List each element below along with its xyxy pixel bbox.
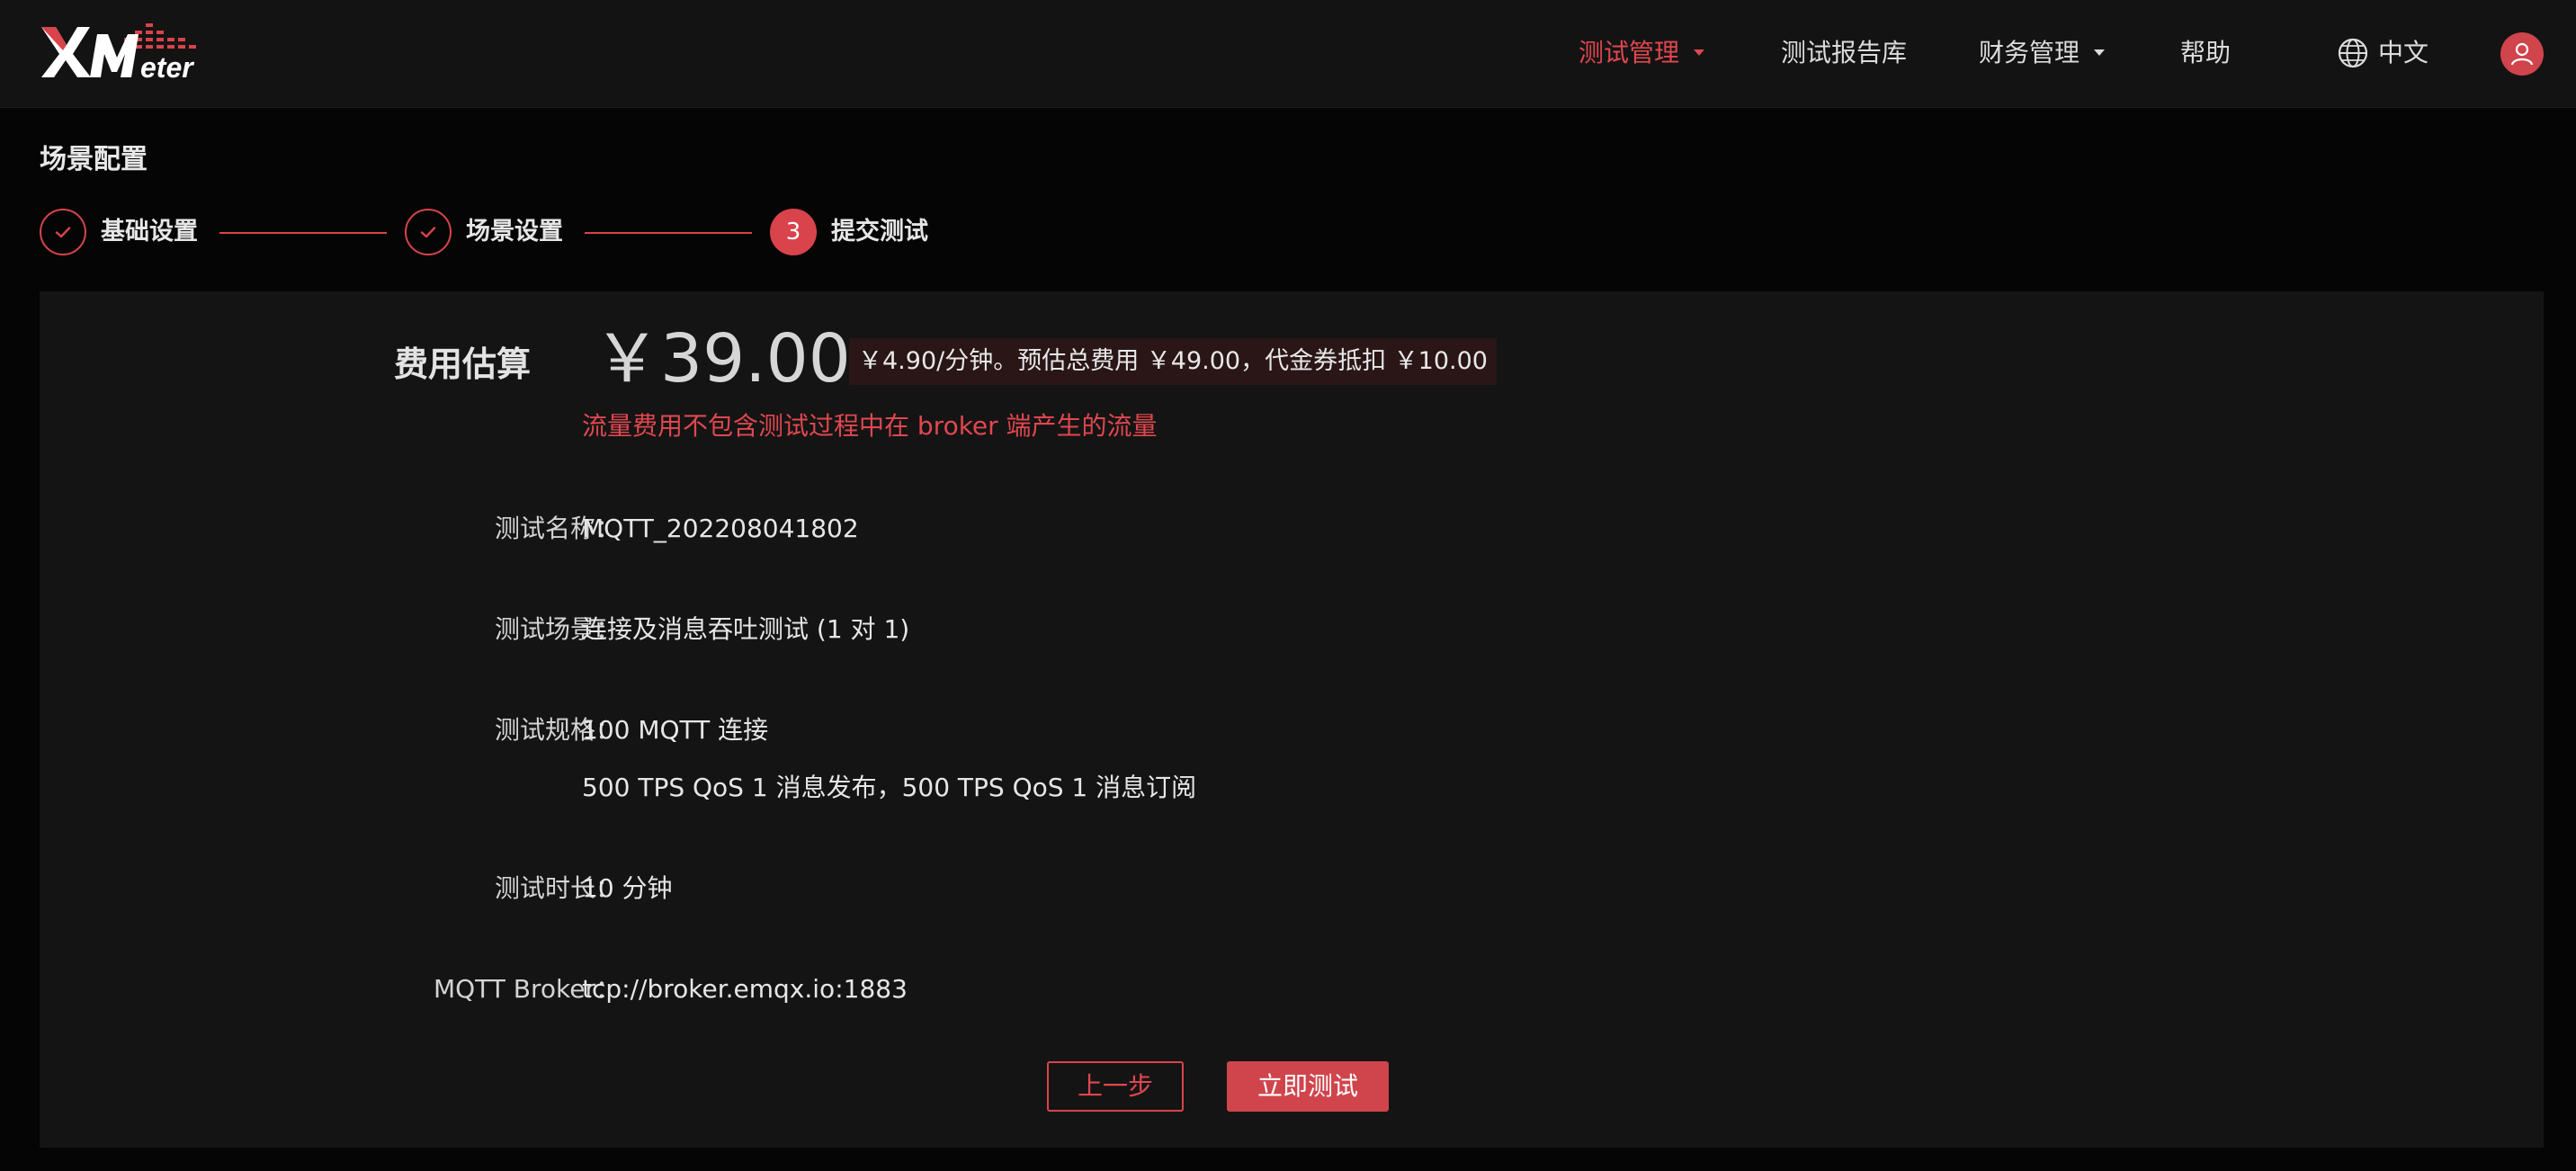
xmeter-logo[interactable]: eter xyxy=(40,22,210,81)
test-spec-throughput: 500 TPS QoS 1 消息发布，500 TPS QoS 1 消息订阅 xyxy=(582,773,1197,802)
nav-test-management[interactable]: 测试管理 xyxy=(1579,34,1705,72)
fee-estimate-label: 费用估算 xyxy=(393,344,531,384)
nav-test-management-label: 测试管理 xyxy=(1579,38,1680,67)
language-label: 中文 xyxy=(2378,38,2429,67)
nav-finance-management[interactable]: 财务管理 xyxy=(1979,34,2106,72)
fee-breakdown: ￥4.90/分钟。预估总费用 ￥49.00，代金券抵扣 ￥10.00 xyxy=(849,338,1497,385)
nav-help-label: 帮助 xyxy=(2180,38,2232,67)
step-3-number: 3 xyxy=(785,219,801,246)
user-avatar[interactable] xyxy=(2500,32,2544,76)
nav-help[interactable]: 帮助 xyxy=(2180,34,2231,72)
top-header: eter 测试管理 测试报告库 财务管理 帮助 中文 xyxy=(0,0,2576,108)
step-3-indicator: 3 xyxy=(770,209,817,255)
nav-report-library-label: 测试报告库 xyxy=(1781,38,1908,67)
fee-estimate-amount: ￥39.00 xyxy=(594,320,851,398)
step-1-indicator xyxy=(40,209,86,255)
test-scenario-value: 连接及消息吞吐测试 (1 对 1) xyxy=(582,614,910,644)
nav-report-library[interactable]: 测试报告库 xyxy=(1781,34,1907,72)
traffic-fee-note: 流量费用不包含测试过程中在 broker 端产生的流量 xyxy=(582,411,1158,441)
test-duration-value: 10 分钟 xyxy=(582,873,673,903)
chevron-down-icon xyxy=(2094,49,2106,56)
step-3-label: 提交测试 xyxy=(831,218,928,246)
check-icon xyxy=(55,227,71,238)
start-test-button[interactable]: 立即测试 xyxy=(1227,1061,1389,1112)
test-spec-connections: 100 MQTT 连接 xyxy=(582,715,769,745)
step-2-indicator xyxy=(405,209,452,255)
step-connector xyxy=(219,232,387,234)
user-icon xyxy=(2510,42,2534,66)
summary-panel: 费用估算 ￥39.00 ￥4.90/分钟。预估总费用 ￥49.00，代金券抵扣 … xyxy=(40,291,2544,1148)
mqtt-broker-value: tcp://broker.emqx.io:1883 xyxy=(582,974,908,1004)
previous-step-button[interactable]: 上一步 xyxy=(1047,1061,1184,1112)
step-2-label: 场景设置 xyxy=(466,218,563,246)
test-name-value: MQTT_202208041802 xyxy=(582,514,859,543)
svg-text:eter: eter xyxy=(140,51,194,81)
globe-icon xyxy=(2338,38,2368,68)
step-progress: 基础设置 场景设置 3 提交测试 xyxy=(40,209,1029,257)
step-1-label: 基础设置 xyxy=(101,218,198,246)
step-connector xyxy=(585,232,752,234)
language-switcher[interactable]: 中文 xyxy=(2337,34,2428,72)
chevron-down-icon xyxy=(1694,49,1705,56)
nav-finance-management-label: 财务管理 xyxy=(1979,38,2080,67)
page-title: 场景配置 xyxy=(40,144,148,175)
check-icon xyxy=(420,227,436,238)
